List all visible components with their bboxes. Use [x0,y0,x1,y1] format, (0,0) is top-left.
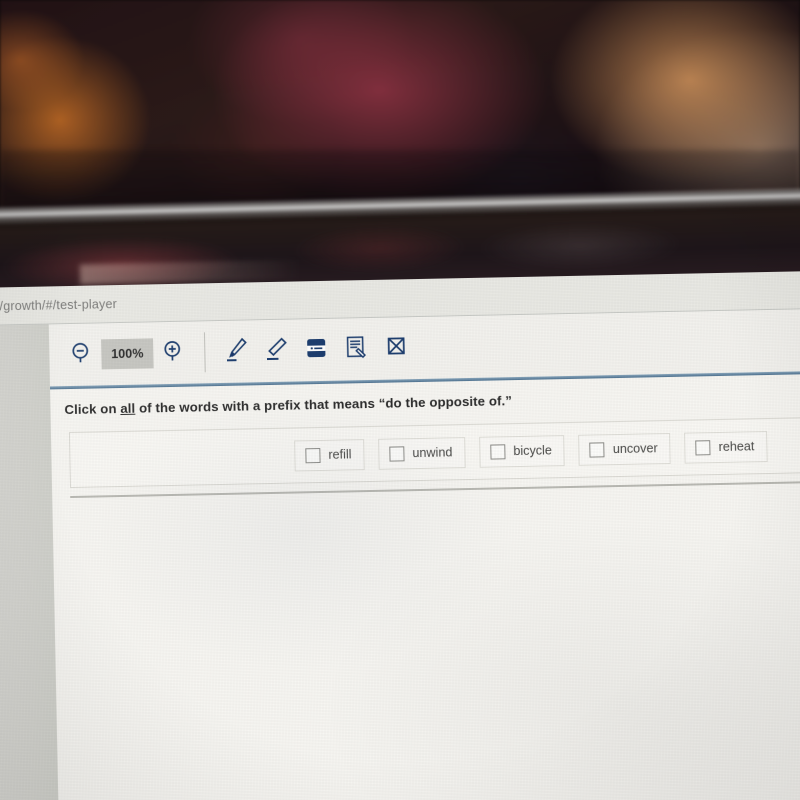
answer-eliminator-tool-button[interactable] [376,326,417,371]
checkbox-unwind[interactable] [389,445,405,462]
page-body: 100% Click on all of the words with a pr… [0,308,800,800]
answer-option-label: uncover [612,441,658,457]
notepad-tool-button[interactable] [336,327,377,372]
eraser-tool-button[interactable] [256,328,297,373]
answer-option-label: unwind [412,445,453,461]
toolbar-divider [203,332,207,373]
screen-content: g/growth/#/test-player 100% Click on all… [0,270,800,800]
zoom-level-display[interactable]: 100% [101,338,154,370]
answer-option-uncover[interactable]: uncover [578,432,671,466]
checkbox-bicycle[interactable] [490,443,506,460]
magnifier-plus-icon [161,338,186,367]
screenshot-root: g/growth/#/test-player 100% Click on all… [0,0,800,800]
test-player-content: 100% Click on all of the words with a pr… [48,308,800,800]
question-suffix: of the words with a prefix that means “d… [135,393,513,416]
answer-option-label: refill [328,447,352,462]
laptop-screen: g/growth/#/test-player 100% Click on all… [0,270,800,800]
answer-option-reheat[interactable]: reheat [684,430,768,464]
line-reader-tool-button[interactable] [296,328,337,373]
eraser-icon [262,333,291,369]
highlighter-tool-button[interactable] [216,329,257,374]
checkbox-uncover[interactable] [589,441,605,458]
zoom-in-button[interactable] [153,331,194,376]
answer-options-container: refill unwind bicycle uncover reheat [68,416,800,489]
question-prefix: Click on [64,401,121,418]
line-reader-icon [302,332,331,368]
notepad-pencil-icon [342,331,371,367]
url-text: g/growth/#/test-player [0,297,118,314]
zoom-out-button[interactable] [61,332,102,377]
answer-option-label: reheat [718,439,755,455]
checkbox-reheat[interactable] [695,439,711,455]
highlighter-icon [222,334,251,370]
magnifier-minus-icon [69,340,94,369]
answer-option-bicycle[interactable]: bicycle [479,434,566,468]
question-prompt: Click on all of the words with a prefix … [64,393,512,417]
answer-option-refill[interactable]: refill [294,438,365,472]
answer-option-label: bicycle [513,443,552,459]
question-emphasis: all [120,400,136,417]
answer-option-unwind[interactable]: unwind [378,436,466,470]
crossed-box-icon [382,331,411,367]
checkbox-refill[interactable] [305,447,321,463]
